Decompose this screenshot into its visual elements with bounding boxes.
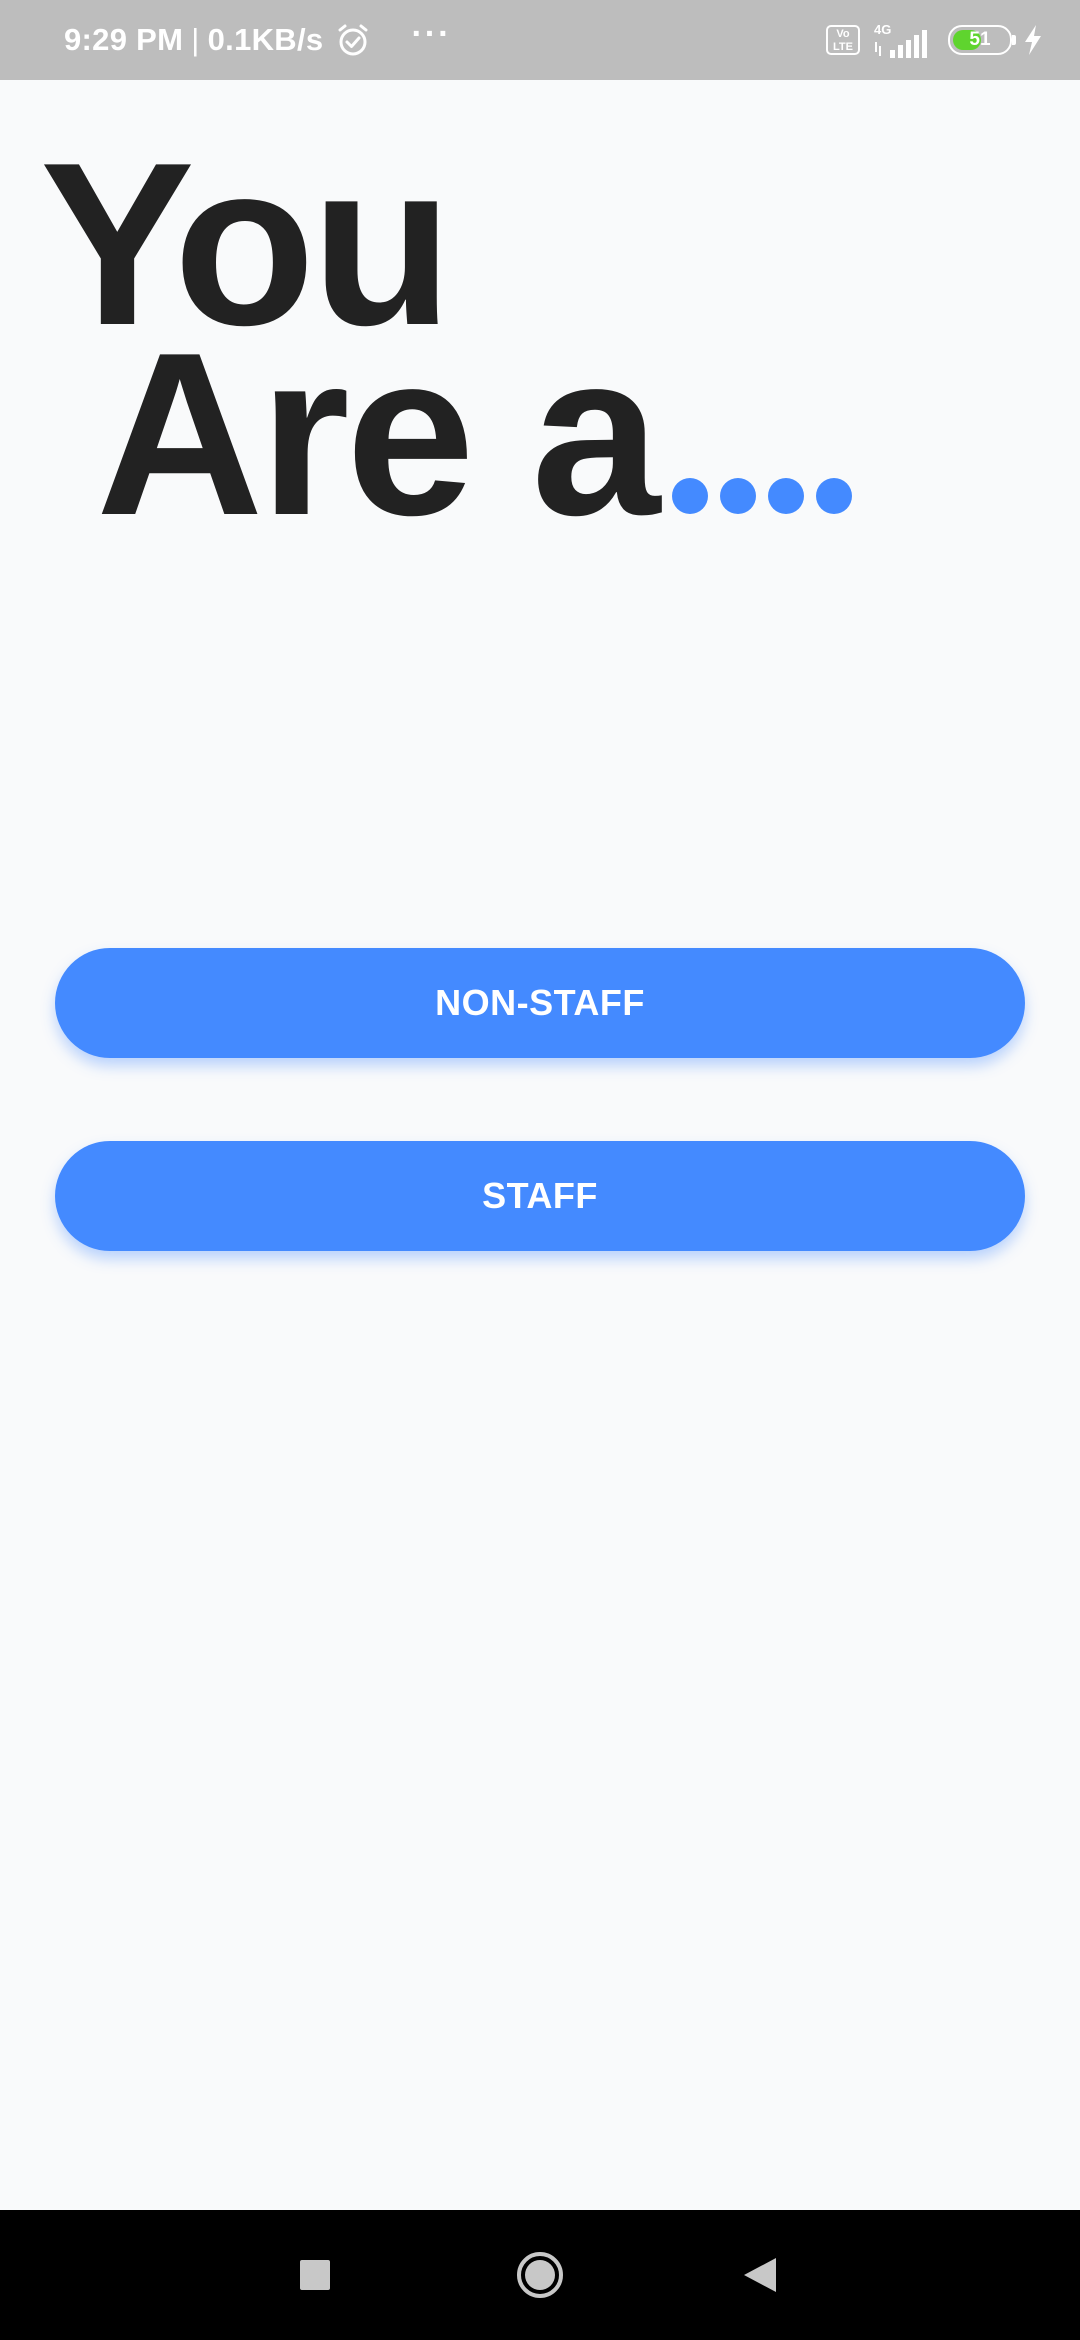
home-icon <box>517 2252 563 2298</box>
ellipsis-dots <box>672 478 853 514</box>
dot <box>768 478 805 514</box>
more-icon: ··· <box>411 15 452 53</box>
back-icon <box>744 2258 776 2292</box>
alarm-icon <box>338 24 368 56</box>
app-screen: 9:29 PM | 0.1KB/s ··· Vo LTE 4G 51 You A… <box>0 0 1080 2340</box>
title-line-2-text: Are a <box>96 305 660 564</box>
status-right: Vo LTE 4G 51 <box>826 20 1044 60</box>
battery-nub <box>1012 35 1016 45</box>
battery-icon: 51 <box>948 25 1016 55</box>
non-staff-button[interactable]: NON-STAFF <box>55 948 1025 1058</box>
battery-level: 51 <box>969 29 991 50</box>
signal-icon: 4G <box>874 22 927 58</box>
volte-icon: Vo LTE <box>826 25 860 55</box>
dot <box>672 478 709 514</box>
network-speed: 0.1KB/s <box>207 22 324 57</box>
recents-button[interactable] <box>255 2210 375 2340</box>
status-left: 9:29 PM | 0.1KB/s ··· <box>64 17 451 58</box>
charging-bolt-icon <box>1025 25 1041 55</box>
status-separator: | <box>191 22 200 57</box>
dot <box>816 478 853 514</box>
staff-button[interactable]: STAFF <box>55 1141 1025 1251</box>
back-button[interactable] <box>700 2210 820 2340</box>
volte-line2: LTE <box>833 41 853 53</box>
page-title: You Are a <box>40 129 853 551</box>
title-line-2: Are a <box>40 319 853 551</box>
network-type: 4G <box>874 22 891 37</box>
volte-line1: Vo <box>836 28 850 40</box>
dot <box>720 478 757 514</box>
navigation-bar <box>0 2210 1080 2340</box>
recents-icon <box>300 2260 330 2290</box>
status-time: 9:29 PM <box>64 22 184 57</box>
home-button[interactable] <box>480 2210 600 2340</box>
status-bar: 9:29 PM | 0.1KB/s ··· Vo LTE 4G 51 <box>0 0 1080 80</box>
